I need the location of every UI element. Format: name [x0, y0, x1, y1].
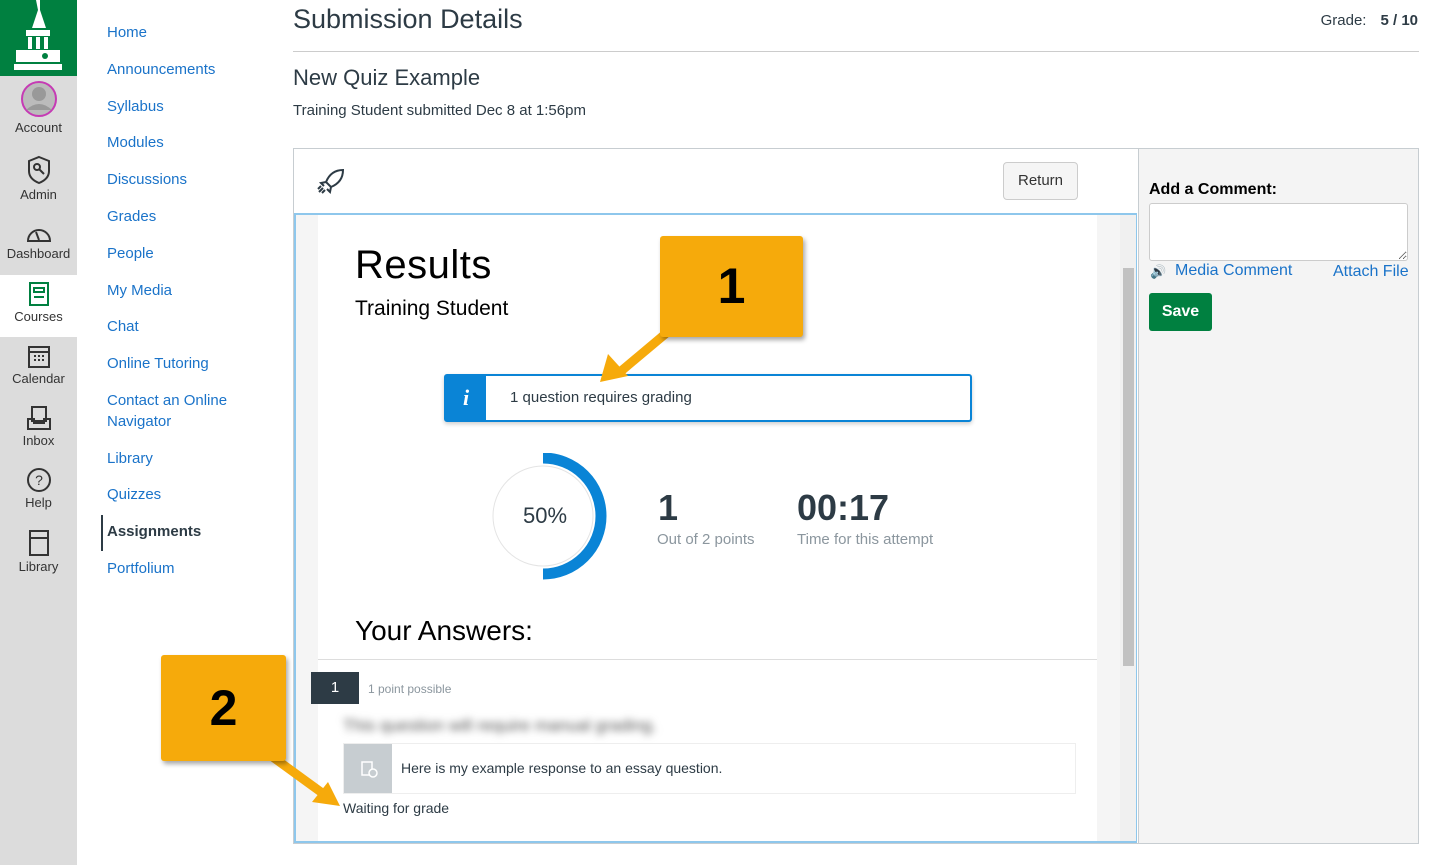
- callout-1: 1: [660, 236, 803, 337]
- callout-2: 2: [161, 655, 286, 761]
- callout-arrow-2: [267, 751, 328, 799]
